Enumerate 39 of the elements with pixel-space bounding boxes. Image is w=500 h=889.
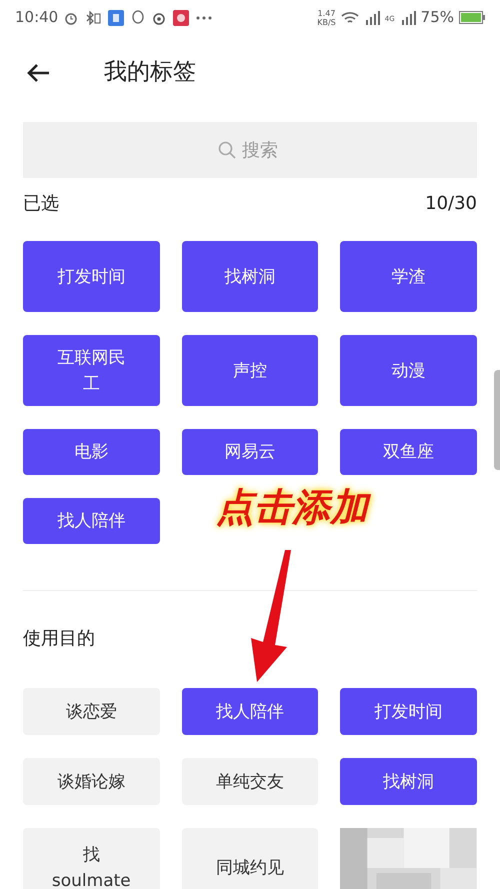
battery-percent: 75% [420, 7, 454, 28]
tag-chip[interactable]: 互联网民工 [23, 335, 160, 406]
tag-chip[interactable]: 学渣 [340, 241, 477, 312]
bluetooth-icon [85, 10, 102, 24]
status-time: 10:40 [15, 7, 58, 28]
app-icon [108, 10, 124, 26]
section-title: 使用目的 [23, 627, 96, 651]
tag-chip[interactable]: 打发时间 [23, 241, 160, 312]
tag-chip[interactable]: 同城约见 [182, 828, 318, 889]
tag-chip[interactable]: 单纯交友 [182, 758, 318, 805]
tag-chip[interactable]: 双鱼座 [340, 429, 477, 475]
tag-chip[interactable]: 找树洞 [340, 758, 477, 805]
tag-chip[interactable]: 谈恋爱 [23, 688, 160, 735]
wifi-icon [340, 10, 359, 24]
tag-chip[interactable]: 谈婚论嫁 [23, 758, 160, 805]
tag-chip[interactable]: 网易云 [182, 429, 318, 475]
more-icon [196, 16, 212, 20]
tag-chip[interactable]: 找人陪伴 [23, 498, 160, 544]
alarm-icon [64, 10, 78, 24]
search-icon [218, 141, 236, 159]
back-arrow-icon[interactable] [26, 62, 50, 82]
tag-chip[interactable]: 找树洞 [182, 241, 318, 312]
speed-value: 1.47 [318, 8, 336, 18]
tag-chip[interactable]: 打发时间 [340, 688, 477, 735]
speed-unit: KB/S [317, 18, 336, 26]
tag-chip[interactable]: 找soulmate [23, 828, 160, 889]
battery-icon [459, 11, 485, 24]
tag-chip[interactable]: 动漫 [340, 335, 477, 406]
tag-chip[interactable]: 电影 [23, 429, 160, 475]
section-title: 已选 [23, 192, 59, 216]
signal-icon [364, 10, 380, 24]
search-field[interactable]: 搜索 [23, 122, 477, 178]
selected-count: 10/30 [425, 192, 477, 216]
tag-chip[interactable]: 声控 [182, 335, 318, 406]
app-icon [173, 10, 190, 26]
search-input[interactable]: 搜索 [242, 136, 282, 164]
page-title: 我的标签 [104, 58, 196, 88]
tag-chip[interactable]: 找人陪伴 [182, 688, 318, 735]
signal-icon [400, 10, 416, 24]
